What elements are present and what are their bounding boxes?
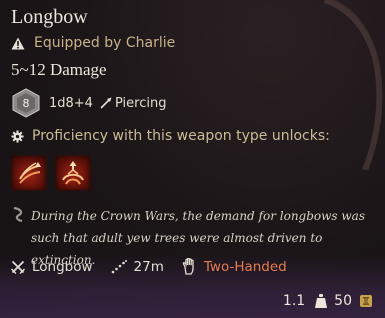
equipped-label: Equipped by Charlie [34, 35, 176, 51]
gear-icon [11, 129, 24, 143]
damage-range: 5~12 Damage [11, 60, 107, 79]
weapon-abilities [11, 155, 91, 191]
die-label: 8 [23, 97, 30, 110]
bow-artwork [323, 0, 383, 170]
damage-roll-row: 8 1d8+4 Piercing [11, 88, 166, 118]
weight-value-row: 1.1 50 [283, 293, 373, 309]
arrow-burst-icon [19, 162, 41, 184]
hand-icon [182, 258, 194, 275]
range-label: 27m [133, 258, 164, 275]
weapon-type-label: Longbow [32, 258, 93, 275]
equipped-status: Equipped by Charlie [11, 35, 175, 51]
weapon-properties: Longbow 27m Two-Handed [11, 258, 287, 275]
handedness-label: Two-Handed [203, 258, 287, 275]
weight-label: 1.1 [282, 293, 306, 309]
proficiency-row: Proficiency with this weapon type unlock… [11, 128, 330, 144]
weight-icon [315, 294, 328, 308]
proficiency-label: Proficiency with this weapon type unlock… [32, 128, 330, 144]
ability-slot-2[interactable] [55, 155, 91, 191]
ability-slot-1[interactable] [11, 155, 47, 191]
gold-coin-icon [360, 295, 372, 307]
damage-type: Piercing [114, 95, 167, 111]
lore-quill-icon [13, 207, 23, 222]
damage-roll: 1d8+4 [49, 95, 93, 111]
crossed-weapons-icon [11, 260, 25, 274]
d8-die-icon[interactable]: 8 [11, 88, 41, 118]
arrow-volley-icon [62, 161, 84, 185]
item-tooltip: Longbow Equipped by Charlie 5~12 Damage … [0, 0, 385, 318]
item-name: Longbow [11, 6, 88, 28]
range-dots-icon [111, 259, 127, 273]
piercing-icon [100, 97, 112, 109]
warning-icon [11, 37, 25, 49]
value-label: 50 [334, 293, 352, 309]
